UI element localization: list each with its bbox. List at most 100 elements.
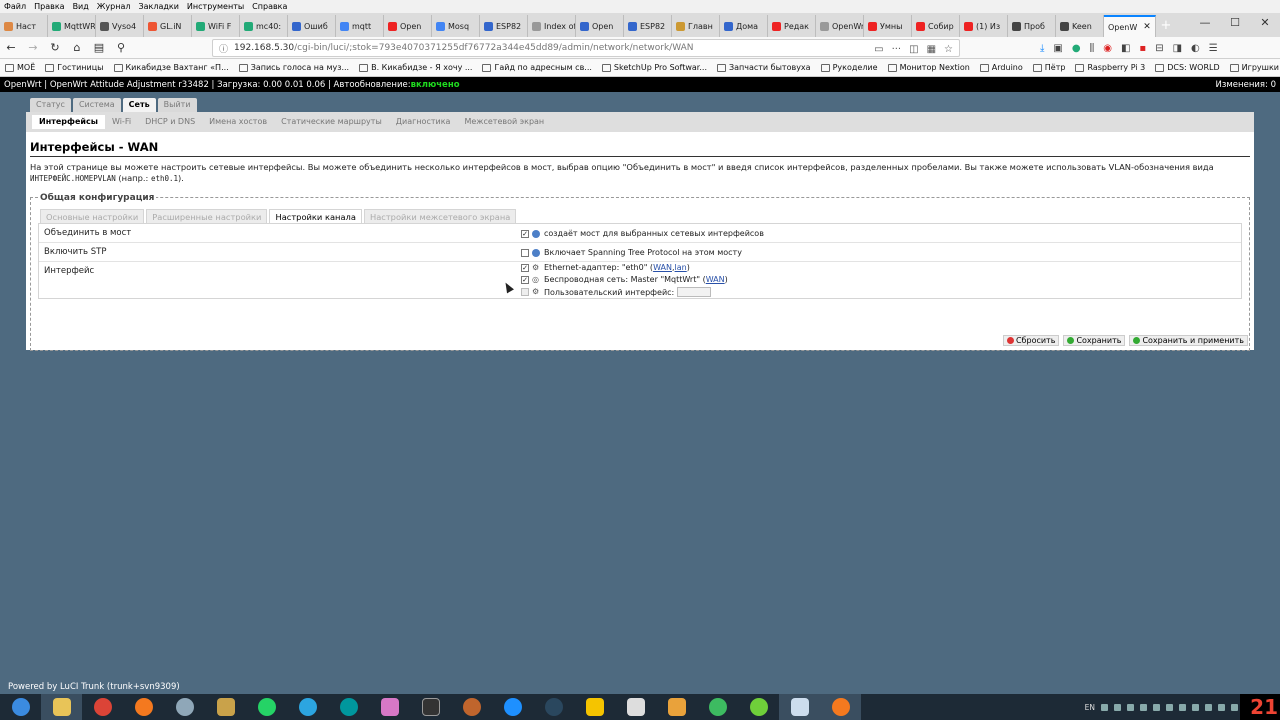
firefox-active-taskbar-icon[interactable] xyxy=(820,694,861,720)
browser-tab[interactable]: Open xyxy=(384,15,432,37)
close-tab-icon[interactable]: ✕ xyxy=(1143,22,1151,32)
app-taskbar-icon[interactable] xyxy=(205,694,246,720)
menu-file[interactable]: Файл xyxy=(0,2,30,11)
link-wan[interactable]: WAN xyxy=(706,275,725,284)
extension-icon[interactable]: ▪ xyxy=(1139,43,1146,54)
bookmark-item[interactable]: Игрушки xyxy=(1225,63,1280,72)
tab-physical-settings[interactable]: Настройки канала xyxy=(269,209,362,223)
download-icon[interactable]: ⤓ xyxy=(1040,43,1044,54)
browser-tab-active[interactable]: OpenW ✕ xyxy=(1104,15,1156,37)
bookmark-item[interactable]: Arduino xyxy=(975,63,1028,72)
reload-icon[interactable]: ↻ xyxy=(44,41,66,54)
browser-tab[interactable]: Умны xyxy=(864,15,912,37)
bookmark-item[interactable]: Кикабидзе Вахтанг «П... xyxy=(109,63,234,72)
chrome-taskbar-icon[interactable] xyxy=(82,694,123,720)
page-actions-icon[interactable]: ··· xyxy=(892,44,902,55)
subtab-firewall[interactable]: Межсетевой экран xyxy=(457,115,551,129)
bookmark-item[interactable]: МОЁ xyxy=(0,63,40,72)
maximize-icon[interactable]: ☐ xyxy=(1220,13,1250,37)
icq-taskbar-icon[interactable] xyxy=(738,694,779,720)
tab-advanced-settings[interactable]: Расширенные настройки xyxy=(146,209,268,223)
browser-tab[interactable]: Vyso4 xyxy=(96,15,144,37)
link-wan[interactable]: WAN xyxy=(653,263,672,272)
app-taskbar-icon[interactable] xyxy=(164,694,205,720)
menu-edit[interactable]: Правка xyxy=(30,2,68,11)
custom-interface-input[interactable] xyxy=(677,287,712,297)
custom-checkbox[interactable] xyxy=(521,288,529,296)
forward-icon[interactable]: → xyxy=(22,41,44,54)
bookmark-item[interactable]: Raspberry Pi 3 xyxy=(1070,63,1150,72)
extension-icon[interactable]: ⊟ xyxy=(1155,43,1163,54)
changes-counter[interactable]: Изменения: 0 xyxy=(1216,80,1276,90)
address-bar[interactable]: ⓘ 192.168.5.30 /cgi-bin/luci/;stok=793e4… xyxy=(212,39,960,57)
home-icon[interactable]: ⌂ xyxy=(66,41,88,54)
browser-tab[interactable]: MqttWRT xyxy=(48,15,96,37)
browser-tab[interactable]: Дома xyxy=(720,15,768,37)
extension-icon[interactable]: ◉ xyxy=(1103,43,1112,54)
browser-tab[interactable]: Ошиб xyxy=(288,15,336,37)
site-info-icon[interactable]: ⓘ xyxy=(219,42,228,55)
browser-tab[interactable]: WiFi F xyxy=(192,15,240,37)
screenshot-icon[interactable]: ▦ xyxy=(927,44,936,55)
bookmark-item[interactable]: Запись голоса на муз... xyxy=(234,63,354,72)
terminal-taskbar-icon[interactable] xyxy=(410,694,451,720)
tray-icon[interactable] xyxy=(1205,703,1212,711)
tray-icon[interactable] xyxy=(1179,703,1186,711)
print-icon[interactable]: ▤ xyxy=(88,41,110,54)
reader-view-icon[interactable]: ▭ xyxy=(874,44,883,55)
menu-help[interactable]: Справка xyxy=(248,2,291,11)
browser-tab[interactable]: ESP82 xyxy=(624,15,672,37)
save-apply-button[interactable]: Сохранить и применить xyxy=(1129,335,1248,346)
subtab-hostnames[interactable]: Имена хостов xyxy=(202,115,274,129)
app-taskbar-icon[interactable] xyxy=(369,694,410,720)
arduino-taskbar-icon[interactable] xyxy=(328,694,369,720)
subtab-static-routes[interactable]: Статические маршруты xyxy=(274,115,389,129)
subtab-diagnostics[interactable]: Диагностика xyxy=(389,115,458,129)
library-icon[interactable]: ⫼ xyxy=(1090,43,1095,54)
bookmark-item[interactable]: DCS: WORLD xyxy=(1150,63,1224,72)
tab-network[interactable]: Сеть xyxy=(122,98,156,112)
search-icon[interactable]: ⚲ xyxy=(110,41,132,54)
bookmark-item[interactable]: Монитор Nextion xyxy=(883,63,975,72)
browser-tab[interactable]: Keen xyxy=(1056,15,1104,37)
browser-tab[interactable]: Проб xyxy=(1008,15,1056,37)
close-window-icon[interactable]: ✕ xyxy=(1250,13,1280,37)
wifi-checkbox[interactable]: ✓ xyxy=(521,275,529,284)
clock-widget[interactable]: 21 xyxy=(1240,694,1280,720)
browser-tab[interactable]: OpenWrt xyxy=(816,15,864,37)
browser-tab[interactable]: Index of / xyxy=(528,15,576,37)
browser-tab[interactable]: mc40: xyxy=(240,15,288,37)
bookmark-item[interactable]: Гостиницы xyxy=(40,63,108,72)
browser-tab[interactable]: GL.iN xyxy=(144,15,192,37)
back-icon[interactable]: ← xyxy=(0,41,22,54)
browser-tab[interactable]: Собир xyxy=(912,15,960,37)
bookmark-item[interactable]: В. Кикабидзе - Я хочу ... xyxy=(354,63,477,72)
tray-icon[interactable] xyxy=(1153,703,1160,711)
tray-icon[interactable] xyxy=(1101,703,1108,711)
sidebar-icon[interactable]: ◨ xyxy=(1173,43,1182,54)
save-button[interactable]: Сохранить xyxy=(1063,335,1126,346)
minimize-icon[interactable]: — xyxy=(1190,13,1220,37)
explorer-taskbar-icon[interactable] xyxy=(41,694,82,720)
pocket-icon[interactable]: ◫ xyxy=(909,44,918,55)
tab-firewall-settings[interactable]: Настройки межсетевого экрана xyxy=(363,209,517,223)
extension-icon[interactable]: ● xyxy=(1072,43,1081,54)
ie-taskbar-icon[interactable] xyxy=(492,694,533,720)
tray-icon[interactable] xyxy=(1140,703,1147,711)
tray-icon[interactable] xyxy=(1127,703,1134,711)
reset-button[interactable]: Сбросить xyxy=(1002,335,1060,346)
menu-history[interactable]: Журнал xyxy=(93,2,135,11)
subtab-wifi[interactable]: Wi-Fi xyxy=(105,115,138,129)
bookmark-item[interactable]: Гайд по адресным св... xyxy=(477,63,596,72)
firefox-taskbar-icon[interactable] xyxy=(123,694,164,720)
start-button[interactable] xyxy=(0,694,41,720)
tab-general-settings[interactable]: Основные настройки xyxy=(40,209,145,223)
autorefresh-status[interactable]: включено xyxy=(411,80,460,90)
menu-bookmarks[interactable]: Закладки xyxy=(134,2,182,11)
app-taskbar-icon[interactable] xyxy=(451,694,492,720)
browser-tab[interactable]: Редак xyxy=(768,15,816,37)
bookmark-item[interactable]: Рукоделие xyxy=(816,63,883,72)
extension-icon[interactable]: ◐ xyxy=(1191,43,1200,54)
tray-icon[interactable] xyxy=(1114,703,1121,711)
bookmark-star-icon[interactable]: ☆ xyxy=(944,44,953,55)
